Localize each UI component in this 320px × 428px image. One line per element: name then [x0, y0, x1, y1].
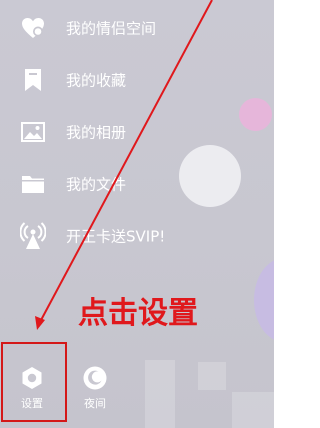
settings-label: 设置 — [21, 397, 43, 410]
settings-button[interactable]: 设置 — [12, 365, 52, 415]
gear-icon — [19, 365, 45, 391]
side-drawer: 我的情侣空间 我的收藏 我的相册 我的文件 开王卡送SVIP! 点击设置 设置 … — [0, 0, 274, 428]
night-mode-button[interactable]: 夜间 — [75, 365, 115, 415]
moon-icon — [82, 365, 108, 391]
annotation-text: 点击设置 — [78, 296, 198, 331]
night-mode-label: 夜间 — [84, 397, 106, 410]
